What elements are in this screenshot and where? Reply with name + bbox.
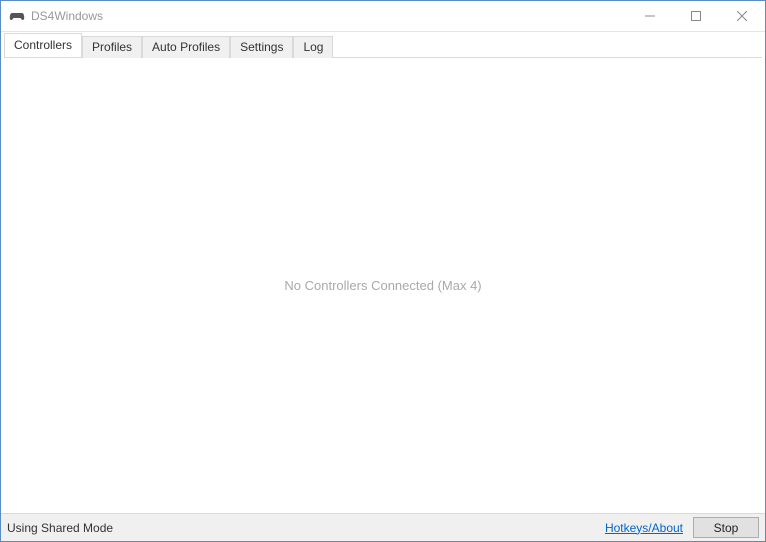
tab-auto-profiles[interactable]: Auto Profiles [142, 36, 230, 58]
close-button[interactable] [719, 1, 765, 31]
titlebar: DS4Windows [1, 1, 765, 32]
stop-button[interactable]: Stop [693, 517, 759, 538]
app-icon [9, 8, 25, 24]
hotkeys-about-link[interactable]: Hotkeys/About [605, 521, 683, 535]
maximize-button[interactable] [673, 1, 719, 31]
window-title: DS4Windows [31, 9, 103, 23]
minimize-button[interactable] [627, 1, 673, 31]
status-mode: Using Shared Mode [7, 521, 113, 535]
tab-settings[interactable]: Settings [230, 36, 293, 58]
controllers-panel: No Controllers Connected (Max 4) [4, 57, 762, 513]
tab-log[interactable]: Log [293, 36, 333, 58]
tab-profiles[interactable]: Profiles [82, 36, 142, 58]
statusbar: Using Shared Mode Hotkeys/About Stop [1, 513, 765, 541]
tab-strip: Controllers Profiles Auto Profiles Setti… [1, 32, 765, 57]
tab-controllers[interactable]: Controllers [4, 33, 82, 57]
empty-message: No Controllers Connected (Max 4) [284, 278, 481, 293]
